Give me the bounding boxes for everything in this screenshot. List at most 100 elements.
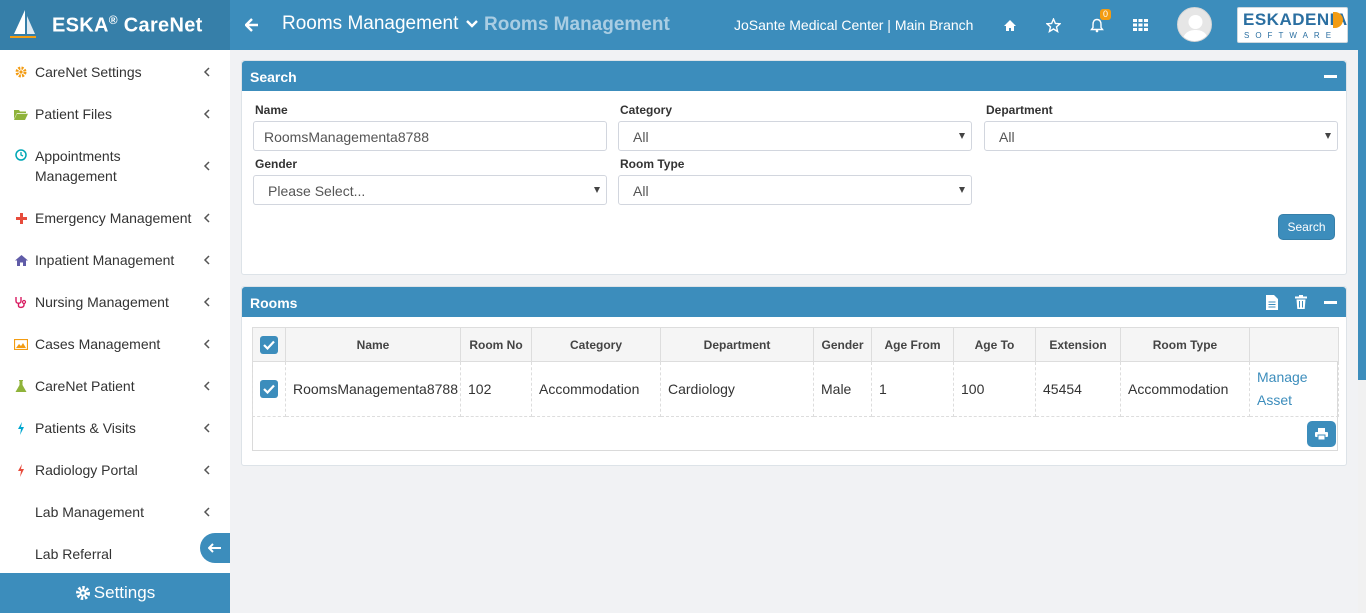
department-select[interactable]: All xyxy=(984,121,1338,151)
collapse-minus-icon[interactable] xyxy=(1322,68,1338,84)
category-select[interactable]: All xyxy=(618,121,972,151)
chevron-left-icon xyxy=(203,213,210,223)
category-label: Category xyxy=(620,103,673,117)
column-header-age-from[interactable]: Age From xyxy=(871,327,954,362)
flask-icon xyxy=(14,379,28,393)
rooms-table: Name Room No Category Department Gender … xyxy=(252,327,1339,451)
room-type-select[interactable]: All xyxy=(618,175,972,205)
stethoscope-icon xyxy=(14,295,28,309)
sidebar-item-carenet-settings[interactable]: CareNet Settings xyxy=(0,62,230,82)
notification-badge: 0 xyxy=(1100,9,1112,20)
search-panel-header: Search xyxy=(242,61,1346,91)
sidebar-item-cases-management[interactable]: Cases Management xyxy=(0,334,230,354)
scrollbar-thumb[interactable] xyxy=(1358,50,1366,380)
star-icon[interactable] xyxy=(1043,15,1063,35)
organization-label[interactable]: JoSante Medical Center | Main Branch xyxy=(734,17,973,33)
trash-icon[interactable] xyxy=(1293,294,1309,310)
chevron-left-icon xyxy=(203,465,210,475)
bolt-icon xyxy=(14,421,28,435)
caret-down-icon xyxy=(1325,133,1331,139)
search-panel-title: Search xyxy=(250,69,297,85)
grid-icon[interactable] xyxy=(1130,15,1150,35)
sidebar-item-radiology-portal[interactable]: Radiology Portal xyxy=(0,460,230,480)
column-header-room-type[interactable]: Room Type xyxy=(1120,327,1250,362)
column-header-age-to[interactable]: Age To xyxy=(953,327,1036,362)
gender-select[interactable]: Please Select... xyxy=(253,175,607,205)
search-panel: Search Name RoomsManagementa8788 Categor… xyxy=(241,60,1347,275)
print-button[interactable] xyxy=(1307,421,1336,447)
search-button[interactable]: Search xyxy=(1278,214,1335,240)
sidebar-item-lab-management[interactable]: Lab Management xyxy=(0,502,230,522)
top-navbar: ESKA® CareNet Rooms Management Rooms Man… xyxy=(0,0,1366,50)
vendor-logo: ESKADENIA SOFTWARE xyxy=(1237,7,1348,43)
sidebar-item-appointments-management[interactable]: Appointments Management xyxy=(0,146,230,186)
collapse-sidebar-arrow-icon[interactable] xyxy=(200,533,230,563)
chevron-left-icon xyxy=(203,507,210,517)
caret-down-icon xyxy=(959,187,965,193)
sailboat-logo-icon xyxy=(10,10,36,38)
column-header-department[interactable]: Department xyxy=(660,327,814,362)
chevron-left-icon xyxy=(203,109,210,119)
name-input[interactable]: RoomsManagementa8788 xyxy=(253,121,607,151)
sidebar-item-nursing-management[interactable]: Nursing Management xyxy=(0,292,230,312)
chevron-left-icon xyxy=(203,339,210,349)
room-type-label: Room Type xyxy=(620,157,685,171)
settings-button[interactable]: Settings xyxy=(0,573,230,613)
column-header-actions xyxy=(1249,327,1339,362)
select-all-checkbox[interactable] xyxy=(260,335,278,354)
folder-open-icon xyxy=(14,107,28,121)
cell-extension: 45454 xyxy=(1035,361,1121,417)
chevron-left-icon xyxy=(203,423,210,433)
cell-department: Cardiology xyxy=(660,361,814,417)
sidebar-item-emergency-management[interactable]: Emergency Management xyxy=(0,208,230,228)
chevron-left-icon xyxy=(203,255,210,265)
gear-icon xyxy=(14,65,28,79)
sidebar: CareNet Settings Patient Files Appointme… xyxy=(0,50,230,613)
row-checkbox[interactable] xyxy=(260,380,278,399)
sidebar-item-patient-files[interactable]: Patient Files xyxy=(0,104,230,124)
collapse-minus-icon[interactable] xyxy=(1322,294,1338,310)
cell-room-type: Accommodation xyxy=(1120,361,1250,417)
department-label: Department xyxy=(986,103,1053,117)
home-icon xyxy=(14,253,28,267)
gender-label: Gender xyxy=(255,157,298,171)
column-header-gender[interactable]: Gender xyxy=(813,327,872,362)
table-row[interactable]: RoomsManagementa8788 102 Accommodation C… xyxy=(252,361,1339,417)
sidebar-item-patients-visits[interactable]: Patients & Visits xyxy=(0,418,230,438)
chevron-left-icon xyxy=(203,297,210,307)
user-avatar[interactable] xyxy=(1177,7,1212,42)
column-header-extension[interactable]: Extension xyxy=(1035,327,1121,362)
page-scrollbar[interactable] xyxy=(1358,50,1366,613)
name-label: Name xyxy=(255,103,288,117)
clock-icon xyxy=(14,148,28,162)
manage-asset-link[interactable]: Manage Asset xyxy=(1257,366,1338,412)
cell-category: Accommodation xyxy=(531,361,661,417)
caret-down-icon xyxy=(594,187,600,193)
printer-icon xyxy=(1315,428,1328,440)
rooms-panel-title: Rooms xyxy=(250,295,298,311)
back-arrow-icon[interactable] xyxy=(243,15,261,35)
page-title: Rooms Management xyxy=(484,14,670,35)
column-header-category[interactable]: Category xyxy=(531,327,661,362)
bolt-icon xyxy=(14,463,28,477)
cell-age-to: 100 xyxy=(953,361,1036,417)
document-icon[interactable] xyxy=(1264,294,1280,310)
column-header-room-no[interactable]: Room No xyxy=(460,327,532,362)
sidebar-item-carenet-patient[interactable]: CareNet Patient xyxy=(0,376,230,396)
column-header-name[interactable]: Name xyxy=(285,327,461,362)
brand-logo[interactable]: ESKA® CareNet xyxy=(0,0,230,50)
sidebar-item-lab-referral[interactable]: Lab Referral xyxy=(0,544,230,564)
cell-room-no: 102 xyxy=(460,361,532,417)
module-selector[interactable]: Rooms Management xyxy=(282,13,479,35)
rooms-panel-header: Rooms xyxy=(242,287,1346,317)
select-all-checkbox-cell xyxy=(252,327,286,362)
cell-gender: Male xyxy=(813,361,872,417)
cell-name: RoomsManagementa8788 xyxy=(285,361,461,417)
caret-down-icon xyxy=(959,133,965,139)
plus-icon xyxy=(14,211,28,225)
home-icon[interactable] xyxy=(1000,15,1020,35)
sidebar-item-inpatient-management[interactable]: Inpatient Management xyxy=(0,250,230,270)
chevron-left-icon xyxy=(203,67,210,77)
chevron-left-icon xyxy=(203,381,210,391)
table-header-row: Name Room No Category Department Gender … xyxy=(252,327,1339,362)
